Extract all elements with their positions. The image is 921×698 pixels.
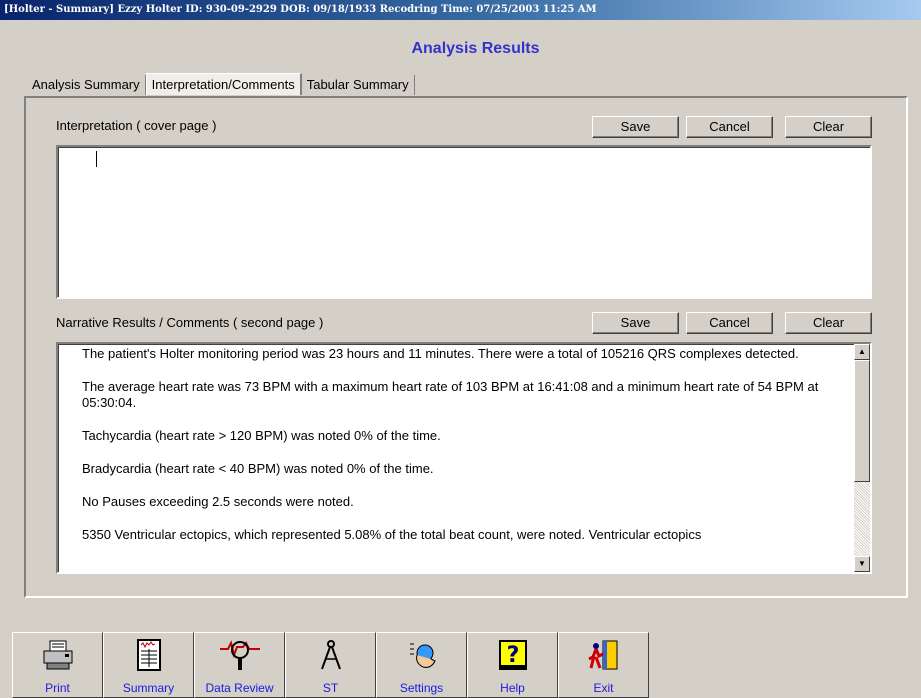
narrative-cancel-button[interactable]: Cancel <box>686 312 773 334</box>
interpretation-cancel-button[interactable]: Cancel <box>686 116 773 138</box>
magnifier-ecg-icon <box>219 640 260 670</box>
compass-icon <box>320 640 341 670</box>
scrollbar-thumb[interactable] <box>854 360 870 482</box>
tab-tabular-summary[interactable]: Tabular Summary <box>302 75 415 95</box>
window-title-bar: [Holter - Summary] Ezzy Holter ID: 930-0… <box>0 0 921 20</box>
data-review-label: Data Review <box>205 681 274 695</box>
narrative-text: The patient's Holter monitoring period w… <box>82 346 842 560</box>
scroll-down-button[interactable]: ▼ <box>854 556 870 572</box>
interpretation-clear-button[interactable]: Clear <box>785 116 872 138</box>
print-label: Print <box>45 681 70 695</box>
st-label: ST <box>322 681 339 695</box>
settings-hand-icon <box>409 643 436 668</box>
summary-label: Summary <box>122 681 175 695</box>
tab-analysis-summary[interactable]: Analysis Summary <box>28 75 146 95</box>
help-button[interactable]: ? Help <box>467 632 558 698</box>
narrative-paragraph: Bradycardia (heart rate < 40 BPM) was no… <box>82 461 434 476</box>
interpretation-label: Interpretation ( cover page ) <box>56 118 217 133</box>
settings-button[interactable]: Settings <box>376 632 467 698</box>
settings-label: Settings <box>399 681 444 695</box>
narrative-paragraph: 5350 Ventricular ectopics, which represe… <box>82 527 702 542</box>
narrative-textarea[interactable]: The patient's Holter monitoring period w… <box>56 342 872 574</box>
exit-door-icon <box>587 640 617 670</box>
narrative-paragraph: The average heart rate was 73 BPM with a… <box>82 379 819 410</box>
interpretation-save-button[interactable]: Save <box>592 116 679 138</box>
help-label: Help <box>500 681 525 695</box>
exit-label: Exit <box>593 681 614 695</box>
tab-interpretation-comments[interactable]: Interpretation/Comments <box>145 73 302 95</box>
narrative-clear-button[interactable]: Clear <box>785 312 872 334</box>
printer-icon <box>43 640 72 670</box>
narrative-save-button[interactable]: Save <box>592 312 679 334</box>
narrative-paragraph: Tachycardia (heart rate > 120 BPM) was n… <box>82 428 441 443</box>
st-button[interactable]: ST <box>285 632 376 698</box>
page-title: Analysis Results <box>411 40 540 57</box>
interpretation-textarea[interactable] <box>56 145 872 299</box>
summary-button[interactable]: Summary <box>103 632 194 698</box>
scroll-up-button[interactable]: ▲ <box>854 344 870 360</box>
data-review-button[interactable]: Data Review <box>194 632 285 698</box>
window-title: [Holter - Summary] Ezzy Holter ID: 930-0… <box>4 4 597 15</box>
narrative-paragraph: No Pauses exceeding 2.5 seconds were not… <box>82 494 354 509</box>
svg-text:?: ? <box>506 643 519 668</box>
help-question-icon: ? <box>498 640 527 670</box>
vertical-scrollbar[interactable]: ▲ ▼ <box>854 344 870 572</box>
tab-bar: Analysis Summary Interpretation/Comments… <box>28 73 415 95</box>
narrative-paragraph: The patient's Holter monitoring period w… <box>82 346 799 361</box>
text-caret <box>96 151 97 167</box>
main-toolbar: Print Summary Data Review ST Settings ? … <box>12 632 649 698</box>
narrative-label: Narrative Results / Comments ( second pa… <box>56 315 324 330</box>
summary-report-icon <box>136 639 161 671</box>
print-button[interactable]: Print <box>12 632 103 698</box>
exit-button[interactable]: Exit <box>558 632 649 698</box>
